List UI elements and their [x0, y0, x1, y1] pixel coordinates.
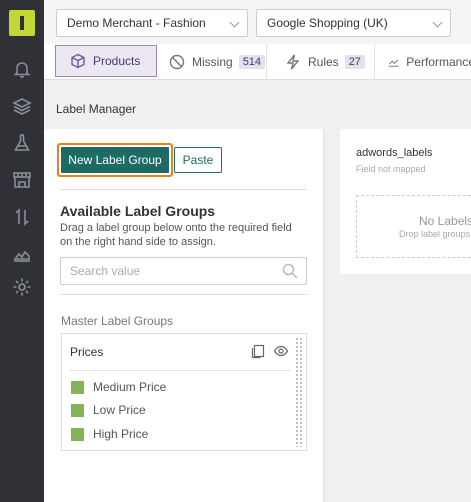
- missing-count-badge: 514: [238, 55, 266, 69]
- label-drop-zone[interactable]: No Labels a Drop label groups: [356, 195, 471, 258]
- available-label-groups-description: Drag a label group below onto the requir…: [60, 222, 292, 248]
- chevron-down-icon: [229, 17, 240, 28]
- label-item-text: Medium Price: [93, 380, 167, 394]
- eye-icon[interactable]: [273, 343, 289, 362]
- divider: [60, 294, 307, 295]
- label-color-swatch: [71, 403, 84, 417]
- new-label-group-button-label: New Label Group: [61, 147, 169, 173]
- drag-handle-icon[interactable]: [295, 337, 304, 447]
- bell-icon[interactable]: [10, 57, 34, 81]
- page-title: Label Manager: [56, 102, 137, 116]
- label-color-swatch: [71, 427, 84, 441]
- available-label-groups-title: Available Label Groups: [60, 203, 216, 219]
- merchant-select[interactable]: Demo Merchant - Fashion: [56, 9, 248, 37]
- line-chart-icon: [388, 59, 399, 67]
- field-name: adwords_labels: [356, 147, 433, 159]
- tab-rules[interactable]: Rules 27: [267, 44, 375, 80]
- label-item-text: High Price: [93, 427, 149, 441]
- rules-count-badge: 27: [344, 55, 365, 69]
- drop-zone-title: No Labels a: [419, 214, 471, 228]
- channel-select[interactable]: Google Shopping (UK): [256, 9, 451, 37]
- tab-rules-label: Rules: [308, 55, 339, 69]
- logo[interactable]: [9, 10, 35, 36]
- label-item[interactable]: High Price: [71, 426, 148, 442]
- field-mapping-card: adwords_labels Field not mapped No Label…: [340, 129, 471, 274]
- ban-icon: [169, 54, 185, 70]
- gear-icon[interactable]: [10, 275, 34, 299]
- flask-icon[interactable]: [10, 131, 34, 155]
- tab-products[interactable]: Products: [55, 45, 157, 77]
- label-item[interactable]: Low Price: [71, 402, 146, 418]
- new-label-group-button[interactable]: New Label Group: [57, 143, 173, 177]
- chevron-down-icon: [432, 17, 443, 28]
- field-status: Field not mapped: [356, 164, 426, 174]
- tab-performance[interactable]: Performance: [375, 44, 471, 80]
- bolt-icon: [286, 54, 300, 70]
- layers-icon[interactable]: [10, 94, 34, 118]
- tab-missing-label: Missing: [192, 55, 233, 69]
- tab-performance-label: Performance: [406, 55, 471, 69]
- chart-icon[interactable]: [10, 242, 34, 266]
- merchant-select-value: Demo Merchant - Fashion: [67, 16, 206, 30]
- copy-icon[interactable]: [250, 343, 266, 362]
- label-color-swatch: [71, 380, 84, 394]
- channel-select-value: Google Shopping (UK): [267, 16, 388, 30]
- search-input[interactable]: [61, 258, 261, 284]
- transfer-icon[interactable]: [10, 205, 34, 229]
- sidebar: [0, 0, 44, 502]
- tab-bar: Products Missing 514 Rules 27 Performanc…: [44, 44, 471, 80]
- tab-products-label: Products: [93, 54, 141, 68]
- paste-button[interactable]: Paste: [174, 147, 222, 173]
- drop-zone-hint: Drop label groups: [399, 229, 471, 239]
- label-item-text: Low Price: [93, 403, 146, 417]
- tab-missing[interactable]: Missing 514: [157, 44, 267, 80]
- search-icon[interactable]: [282, 263, 298, 282]
- label-item[interactable]: Medium Price: [71, 379, 166, 395]
- top-bar: Demo Merchant - Fashion Google Shopping …: [44, 0, 471, 44]
- label-group-name: Prices: [70, 345, 104, 359]
- search-box: [60, 257, 307, 285]
- label-group-card[interactable]: Prices Medium Price Low Price High Price: [61, 333, 307, 451]
- master-label-groups-heading: Master Label Groups: [61, 314, 174, 328]
- store-icon[interactable]: [10, 168, 34, 192]
- group-divider: [70, 370, 290, 371]
- divider: [60, 189, 307, 190]
- cube-icon: [71, 53, 85, 69]
